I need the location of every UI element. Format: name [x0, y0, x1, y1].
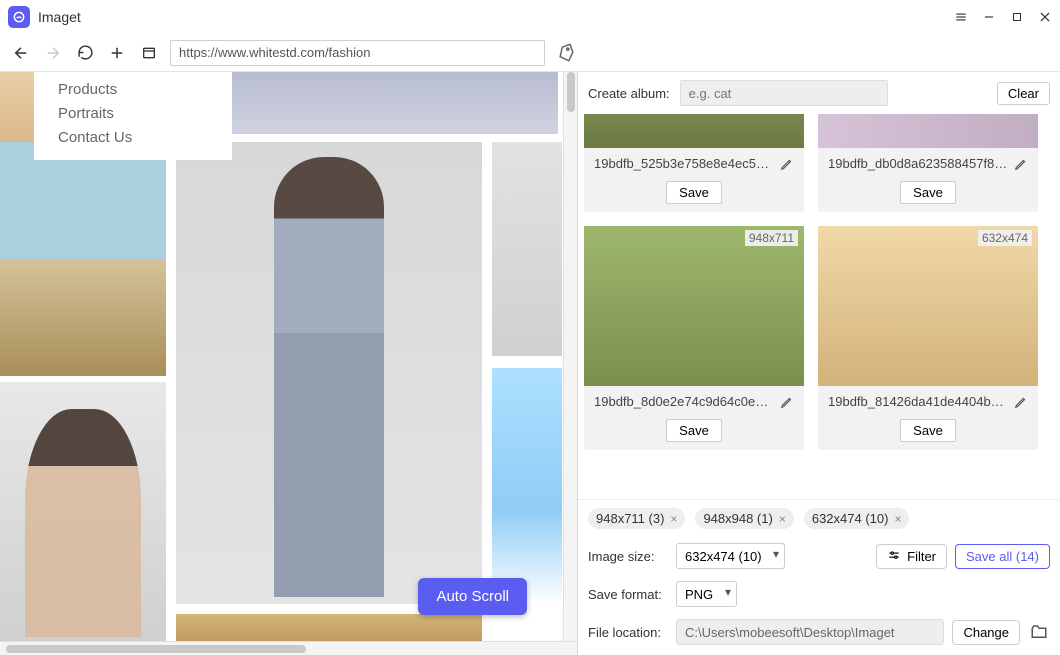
open-folder-icon[interactable]: [1028, 621, 1050, 643]
create-album-label: Create album:: [588, 86, 670, 101]
vertical-scrollbar[interactable]: [563, 72, 577, 641]
file-location-input[interactable]: [676, 619, 944, 645]
chip-remove-icon[interactable]: ×: [670, 512, 677, 526]
site-nav-menu: Products Portraits Contact Us: [34, 72, 232, 160]
result-filename: 19bdfb_525b3e758e8e4ec5ae7560: [594, 156, 774, 171]
window-icon[interactable]: [138, 42, 160, 64]
close-icon[interactable]: [1038, 10, 1052, 24]
filter-chip[interactable]: 948x948 (1)×: [695, 508, 793, 529]
filter-chip[interactable]: 632x474 (10)×: [804, 508, 910, 529]
page-image: [492, 142, 562, 356]
result-thumbnail[interactable]: [818, 114, 1038, 148]
result-filename: 19bdfb_8d0e2e74c9d64c0e8fe081a: [594, 394, 774, 409]
app-title: Imaget: [38, 9, 81, 25]
nav-item[interactable]: Contact Us: [58, 126, 232, 150]
menu-icon[interactable]: [954, 10, 968, 24]
save-format-select[interactable]: PNG: [676, 581, 737, 607]
save-button[interactable]: Save: [666, 419, 722, 442]
size-badge: 632x474: [978, 230, 1032, 246]
titlebar: Imaget: [0, 0, 1060, 34]
result-card: 632x474 19bdfb_81426da41de4404bbbfe17 Sa…: [818, 226, 1038, 450]
edit-icon[interactable]: [1014, 395, 1028, 409]
nav-item[interactable]: Portraits: [58, 102, 232, 126]
change-location-button[interactable]: Change: [952, 620, 1020, 645]
save-all-button[interactable]: Save all (14): [955, 544, 1050, 569]
forward-icon[interactable]: [42, 42, 64, 64]
result-card: 948x711 19bdfb_8d0e2e74c9d64c0e8fe081a S…: [584, 226, 804, 450]
page-image: [176, 142, 482, 604]
page-image: [492, 368, 562, 604]
size-filter-chips: 948x711 (3)× 948x948 (1)× 632x474 (10)×: [578, 499, 1060, 537]
filter-button[interactable]: Filter: [876, 544, 947, 569]
horizontal-scrollbar[interactable]: [0, 641, 577, 655]
url-input[interactable]: [170, 40, 545, 66]
result-filename: 19bdfb_db0d8a623588457f82cef1a: [828, 156, 1008, 171]
page-image: [0, 382, 166, 650]
minimize-icon[interactable]: [982, 10, 996, 24]
chip-remove-icon[interactable]: ×: [779, 512, 786, 526]
app-logo-icon: [8, 6, 30, 28]
result-thumbnail[interactable]: 948x711: [584, 226, 804, 386]
edit-icon[interactable]: [780, 157, 794, 171]
result-filename: 19bdfb_81426da41de4404bbbfe17: [828, 394, 1008, 409]
save-button[interactable]: Save: [900, 419, 956, 442]
tag-icon[interactable]: [552, 38, 580, 66]
edit-icon[interactable]: [1014, 157, 1028, 171]
save-button[interactable]: Save: [900, 181, 956, 204]
auto-scroll-button[interactable]: Auto Scroll: [418, 578, 527, 615]
filter-icon: [887, 549, 901, 563]
album-name-input[interactable]: [680, 80, 888, 106]
clear-button[interactable]: Clear: [997, 82, 1050, 105]
size-badge: 948x711: [745, 230, 798, 246]
page-image: [176, 614, 482, 642]
result-thumbnail[interactable]: 632x474: [818, 226, 1038, 386]
browser-toolbar: [0, 34, 1060, 72]
download-panel: Create album: Clear 19bdfb_525b3e758e8e4…: [578, 72, 1060, 655]
result-card: 19bdfb_525b3e758e8e4ec5ae7560 Save: [584, 114, 804, 212]
file-location-label: File location:: [588, 625, 668, 640]
browser-viewport: Products Portraits Contact Us Auto Scrol…: [0, 72, 578, 655]
save-format-label: Save format:: [588, 587, 668, 602]
edit-icon[interactable]: [780, 395, 794, 409]
image-size-select[interactable]: 632x474 (10): [676, 543, 785, 569]
image-size-label: Image size:: [588, 549, 668, 564]
new-tab-icon[interactable]: [106, 42, 128, 64]
maximize-icon[interactable]: [1010, 10, 1024, 24]
chip-remove-icon[interactable]: ×: [894, 512, 901, 526]
result-thumbnail[interactable]: [584, 114, 804, 148]
results-area[interactable]: 19bdfb_525b3e758e8e4ec5ae7560 Save 19bdf…: [578, 114, 1060, 499]
page-image: [0, 142, 166, 376]
reload-icon[interactable]: [74, 42, 96, 64]
save-button[interactable]: Save: [666, 181, 722, 204]
back-icon[interactable]: [10, 42, 32, 64]
page-image: [232, 72, 558, 134]
result-card: 19bdfb_db0d8a623588457f82cef1a Save: [818, 114, 1038, 212]
filter-chip[interactable]: 948x711 (3)×: [588, 508, 685, 529]
nav-item[interactable]: Products: [58, 78, 232, 102]
